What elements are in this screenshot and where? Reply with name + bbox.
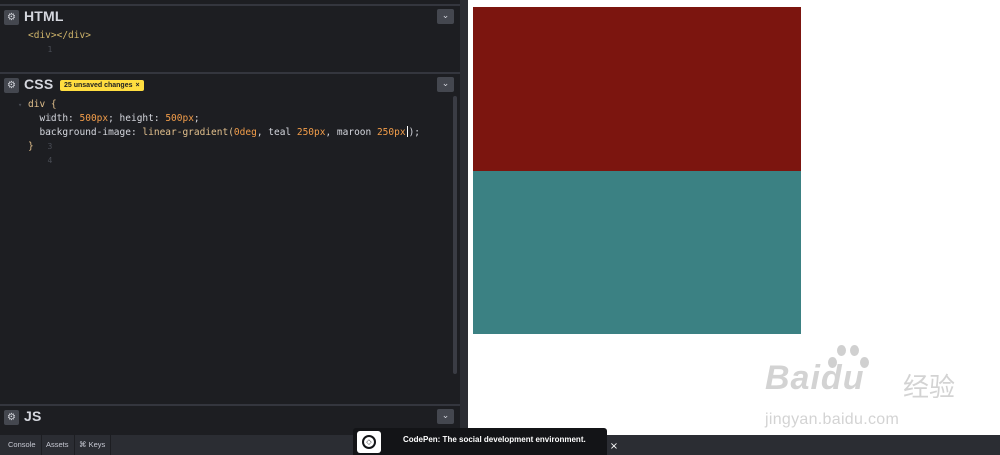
css-number: 250px — [376, 127, 406, 138]
css-punctuation: ; — [193, 113, 200, 124]
preview-box-maroon-half — [473, 7, 801, 171]
html-pane-title: HTML — [24, 8, 64, 24]
css-number: 500px — [79, 113, 109, 124]
baidu-watermark: Baidu 经验 jingyan.baidu.com — [765, 345, 995, 435]
css-code-editor[interactable]: 1 ▾ div { 2 width: 500px; height: 500px; … — [0, 98, 460, 403]
html-pane-header: ⚙ HTML ⌄ — [0, 4, 460, 28]
js-pane-header: ⚙ JS ⌄ — [0, 404, 460, 428]
css-selector: div { — [28, 99, 57, 110]
css-property: width: — [39, 113, 80, 124]
css-number: 0deg — [233, 127, 257, 138]
resize-divider[interactable] — [460, 0, 468, 435]
code-line: 1 ▾ div { — [0, 98, 460, 123]
preview-box-teal-half — [473, 171, 801, 334]
css-function: linear-gradient( — [142, 127, 234, 138]
line-number: 1 — [47, 45, 53, 54]
unsaved-changes-label: 25 unsaved changes — [64, 82, 133, 89]
watermark-brand: Baidu — [765, 359, 865, 397]
html-code-editor[interactable]: 1 <div></div> — [0, 29, 460, 71]
result-preview: Baidu 经验 jingyan.baidu.com — [468, 0, 1000, 435]
css-property: ; height: — [108, 113, 166, 124]
editor-column: ⚙ HTML ⌄ 1 <div></div> ⚙ CSS 25 unsaved … — [0, 0, 460, 455]
code-line: 1 <div></div> — [0, 29, 460, 54]
js-settings-gear-icon[interactable]: ⚙ — [4, 410, 19, 425]
watermark-url: jingyan.baidu.com — [765, 411, 900, 428]
watermark-chinese: 经验 — [903, 373, 956, 403]
css-value: , maroon — [325, 127, 377, 138]
html-pane-collapse-chevron-icon[interactable]: ⌄ — [437, 9, 454, 24]
css-value: , teal — [256, 127, 297, 138]
css-pane-collapse-chevron-icon[interactable]: ⌄ — [437, 77, 454, 92]
html-code-text: <div></div> — [28, 30, 91, 41]
promo-text: CodePen: The social development environm… — [403, 435, 586, 444]
codepen-promo-banner[interactable]: ◇ CodePen: The social development enviro… — [353, 428, 607, 455]
code-line: 2 width: 500px; height: 500px; — [0, 112, 460, 137]
html-settings-gear-icon[interactable]: ⚙ — [4, 10, 19, 25]
css-pane-header: ⚙ CSS 25 unsaved changes × ⌄ — [0, 72, 460, 96]
css-settings-gear-icon[interactable]: ⚙ — [4, 78, 19, 93]
badge-close-icon[interactable]: × — [135, 82, 139, 89]
promo-close-icon[interactable]: × — [607, 440, 621, 453]
line-number: 4 — [47, 156, 53, 165]
console-button[interactable]: Console — [3, 435, 42, 455]
css-number: 500px — [165, 113, 194, 124]
assets-button[interactable]: Assets — [41, 435, 75, 455]
js-pane-collapse-chevron-icon[interactable]: ⌄ — [437, 409, 454, 424]
js-pane-title: JS — [24, 408, 42, 424]
css-brace: } — [28, 141, 34, 152]
keys-button[interactable]: ⌘ Keys — [74, 435, 112, 455]
unsaved-changes-badge[interactable]: 25 unsaved changes × — [60, 80, 144, 91]
css-property: background-image: — [39, 127, 143, 138]
code-line: 4 } — [0, 140, 460, 165]
css-editor-scrollbar[interactable] — [453, 96, 457, 374]
codepen-logo-icon: ◇ — [357, 431, 381, 453]
code-line: 3 background-image: linear-gradient(0deg… — [0, 126, 460, 151]
css-punctuation: ); — [408, 127, 421, 138]
fold-arrow-icon[interactable]: ▾ — [18, 98, 22, 112]
css-number: 250px — [296, 127, 326, 138]
css-pane-title: CSS — [24, 76, 54, 92]
text-cursor — [406, 126, 408, 137]
